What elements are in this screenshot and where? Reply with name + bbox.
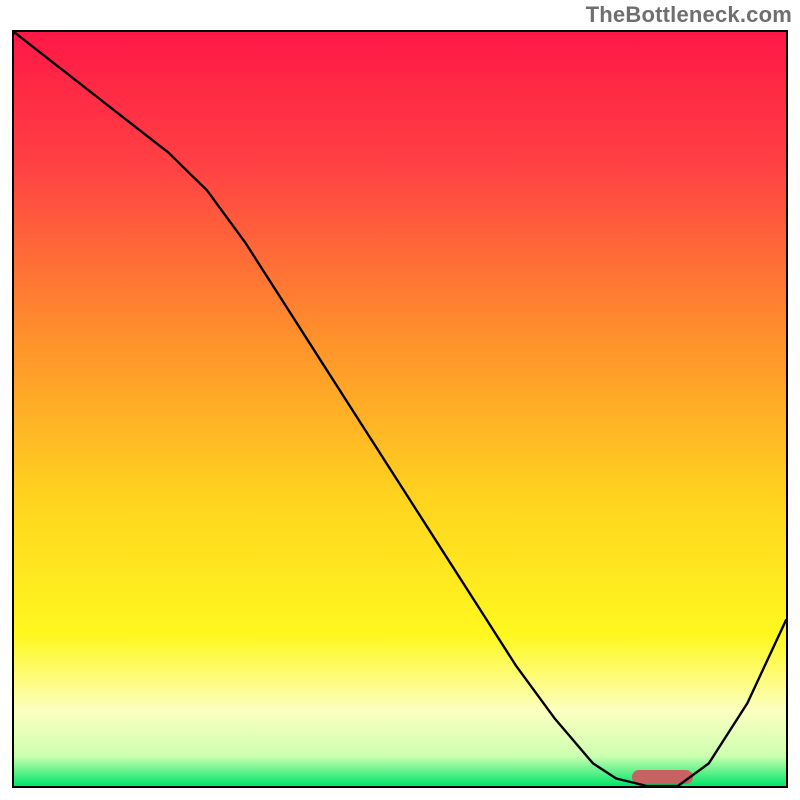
chart-frame bbox=[12, 30, 788, 788]
watermark-text: TheBottleneck.com bbox=[586, 2, 792, 28]
chart-line bbox=[14, 32, 786, 786]
